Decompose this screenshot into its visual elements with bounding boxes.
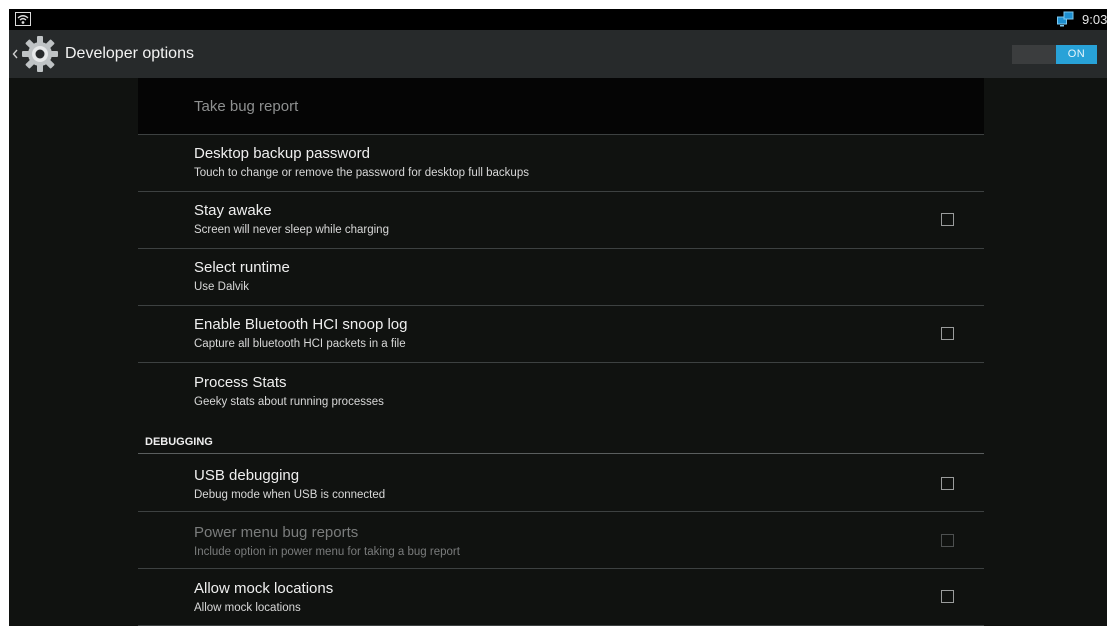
stay-awake-checkbox[interactable] <box>941 213 954 226</box>
list-item-process-stats[interactable]: Process Stats Geeky stats about running … <box>138 363 984 419</box>
list-item-summary: Include option in power menu for taking … <box>194 546 460 558</box>
list-item-title: Process Stats <box>194 374 287 391</box>
android-screen: 9:03 Developer options ON Take bug repor… <box>9 9 1107 626</box>
usb-debugging-checkbox[interactable] <box>941 477 954 490</box>
list-item-select-runtime[interactable]: Select runtime Use Dalvik <box>138 249 984 306</box>
list-item-bluetooth-hci-snoop-log[interactable]: Enable Bluetooth HCI snoop log Capture a… <box>138 306 984 363</box>
list-item-summary: Allow mock locations <box>194 602 301 614</box>
list-item-usb-debugging[interactable]: USB debugging Debug mode when USB is con… <box>138 455 984 512</box>
toggle-on-label: ON <box>1056 45 1097 64</box>
list-item-summary: Use Dalvik <box>194 281 249 293</box>
list-item-title: Enable Bluetooth HCI snoop log <box>194 316 408 333</box>
wifi-icon <box>15 12 31 26</box>
list-item-title: USB debugging <box>194 467 300 484</box>
list-item-summary: Geeky stats about running processes <box>194 396 384 408</box>
list-item-title: Select runtime <box>194 259 290 276</box>
gear-icon[interactable] <box>20 34 60 74</box>
status-clock: 9:03 <box>1082 12 1107 27</box>
network-screens-icon <box>1057 11 1074 27</box>
list-item-summary: Debug mode when USB is connected <box>194 489 386 501</box>
section-divider <box>138 453 984 454</box>
list-item-title: Take bug report <box>194 98 299 115</box>
chevron-left-icon[interactable] <box>12 49 18 59</box>
list-item-take-bug-report[interactable]: Take bug report <box>138 78 984 135</box>
list-item-summary: Touch to change or remove the password f… <box>194 167 529 179</box>
list-item-summary: Screen will never sleep while charging <box>194 224 389 236</box>
list-item-summary: Capture all bluetooth HCI packets in a f… <box>194 338 406 350</box>
action-bar: Developer options ON <box>9 30 1107 78</box>
list-item-title: Desktop backup password <box>194 145 370 162</box>
list-item-allow-mock-locations[interactable]: Allow mock locations Allow mock location… <box>138 569 984 626</box>
allow-mock-locations-checkbox[interactable] <box>941 590 954 603</box>
list-item-title: Stay awake <box>194 202 272 219</box>
list-item-power-menu-bug-reports: Power menu bug reports Include option in… <box>138 512 984 569</box>
list-item-stay-awake[interactable]: Stay awake Screen will never sleep while… <box>138 192 984 249</box>
power-menu-bug-reports-checkbox <box>941 534 954 547</box>
list-item-title: Allow mock locations <box>194 580 334 597</box>
list-item-title: Power menu bug reports <box>194 524 359 541</box>
section-header-debugging: DEBUGGING <box>145 436 213 448</box>
bluetooth-hci-checkbox[interactable] <box>941 327 954 340</box>
settings-list: Take bug report Desktop backup password … <box>138 78 984 626</box>
page-title: Developer options <box>65 45 194 62</box>
status-bar: 9:03 <box>9 9 1107 30</box>
list-item-desktop-backup-password[interactable]: Desktop backup password Touch to change … <box>138 135 984 192</box>
developer-options-toggle[interactable]: ON <box>1012 45 1097 64</box>
